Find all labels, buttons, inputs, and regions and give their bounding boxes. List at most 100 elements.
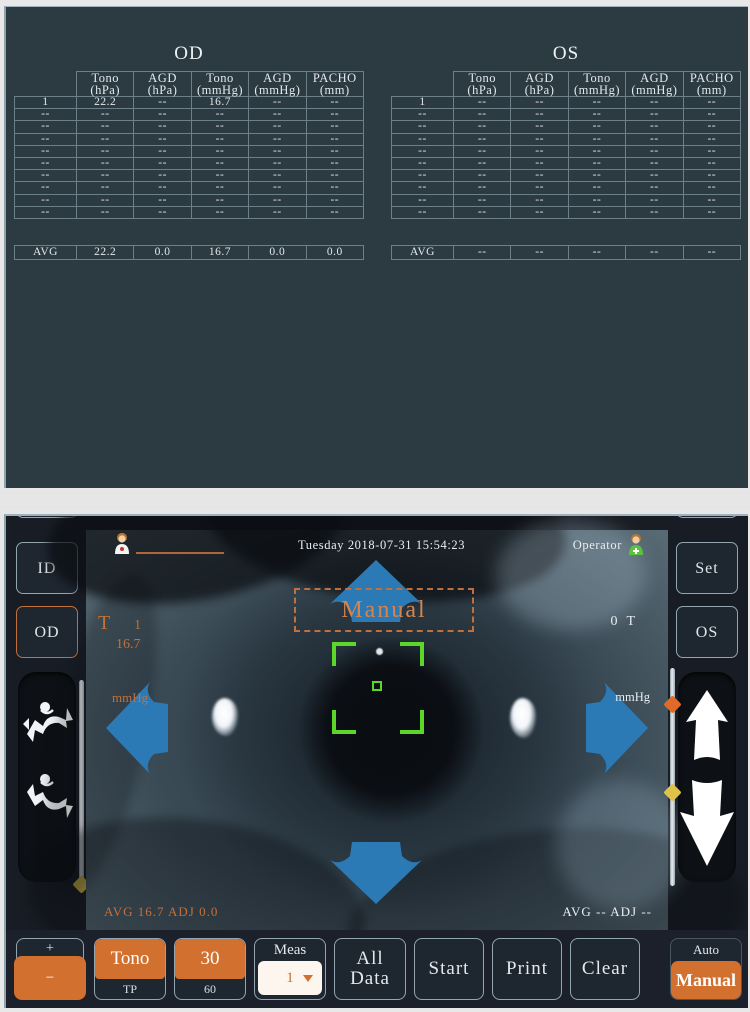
measurement-cell: -- <box>682 169 742 183</box>
os-results-block: OS Tono(hPa) AGD(hPa) Tono(mmHg) AGD <box>391 7 742 260</box>
measurement-cell: -- <box>452 181 512 195</box>
od-readout-unit: mmHg <box>112 690 149 705</box>
row-index-cell: -- <box>391 144 454 158</box>
manual-mode-option[interactable]: Manual <box>671 961 741 999</box>
table-row[interactable]: -- -- -- -- -- -- <box>14 193 365 207</box>
od-average-table: AVG 22.2 0.0 16.7 0.0 0.0 <box>14 244 365 260</box>
clear-button[interactable]: Clear <box>570 938 640 1000</box>
row-index-cell: -- <box>391 108 454 122</box>
table-row[interactable]: 1 -- -- -- -- -- <box>391 95 742 110</box>
table-row[interactable]: -- -- -- -- -- -- <box>14 156 365 171</box>
measurement-cell: -- <box>305 193 365 207</box>
table-row[interactable]: -- -- -- -- -- -- <box>391 132 742 146</box>
eye-camera-view[interactable]: Tuesday 2018-07-31 15:54:23 Operator Man… <box>15 516 748 1008</box>
measurement-cell: -- <box>305 169 365 183</box>
os-readout-prefix: T <box>626 614 644 629</box>
measurement-results-panel: OD Tono(hPa) AGD(hPa) Tono(mmHg) AGD <box>4 6 748 488</box>
measurement-cell: -- <box>567 181 627 195</box>
meas-count-dropdown[interactable]: 1 <box>258 961 322 995</box>
average-value-cell: 0.0 <box>248 244 307 260</box>
measurement-cell: -- <box>248 120 307 134</box>
operator-avatar-icon[interactable] <box>626 533 646 555</box>
table-row[interactable]: -- -- -- -- -- -- <box>14 120 365 134</box>
measurement-cell: -- <box>510 132 569 146</box>
tono-mode-button[interactable]: Tono TP <box>94 938 166 1000</box>
table-row[interactable]: 1 22.2 -- 16.7 -- -- <box>14 95 365 110</box>
row-index-cell: -- <box>14 132 77 146</box>
measurement-cell: -- <box>567 156 627 171</box>
average-value-cell: 0.0 <box>305 244 365 260</box>
headrest-jog-control[interactable] <box>678 672 736 882</box>
table-row[interactable]: -- -- -- -- -- -- <box>14 132 365 146</box>
measurement-cell: -- <box>625 95 684 110</box>
measurement-cell: -- <box>625 181 684 195</box>
safety-stop-button[interactable]: Safety Stop <box>676 516 738 518</box>
table-row[interactable]: -- -- -- -- -- -- <box>14 108 365 122</box>
od-header-col-0: Tono (hPa) <box>75 71 135 97</box>
table-row[interactable]: -- -- -- -- -- -- <box>391 144 742 158</box>
bottom-toolbar: + − Tono TP 30 60 Meas 1 All Data Start … <box>6 930 748 1008</box>
measurement-cell: -- <box>625 120 684 134</box>
measurement-cell: -- <box>75 205 135 219</box>
measurement-cell: -- <box>305 205 365 219</box>
measurement-cell: -- <box>305 120 365 134</box>
table-row[interactable]: -- -- -- -- -- -- <box>14 169 365 183</box>
measurement-cell: -- <box>133 132 192 146</box>
od-header-col-3: AGD (mmHg) <box>248 71 307 97</box>
right-vertical-slider[interactable] <box>663 668 682 886</box>
table-row[interactable]: -- -- -- -- -- -- <box>391 120 742 134</box>
print-button[interactable]: Print <box>492 938 562 1000</box>
measurement-cell: -- <box>75 132 135 146</box>
all-data-button[interactable]: All Data <box>334 938 406 1000</box>
pressure-setting-button[interactable]: 30 60 <box>174 938 246 1000</box>
alignment-target-dot <box>376 648 383 655</box>
table-row[interactable]: -- -- -- -- -- -- <box>391 193 742 207</box>
measurement-cell: -- <box>625 193 684 207</box>
table-row[interactable]: -- -- -- -- -- -- <box>391 169 742 183</box>
row-index-cell: -- <box>391 193 454 207</box>
start-button[interactable]: Start <box>414 938 484 1000</box>
measurement-cell: -- <box>567 205 627 219</box>
measurement-cell: -- <box>248 181 307 195</box>
measurement-cell: -- <box>190 132 250 146</box>
auto-manual-toggle[interactable]: Auto Manual <box>670 938 742 1000</box>
arrow-up-icon <box>686 690 728 760</box>
device-control-panel: ID OD Close Pack <box>4 514 748 1008</box>
meas-label: Meas <box>273 942 307 958</box>
measurement-cell: -- <box>248 205 307 219</box>
auto-mode-option[interactable]: Auto <box>671 939 741 961</box>
measurement-cell: -- <box>567 144 627 158</box>
measurement-cell: -- <box>452 132 512 146</box>
os-select-button[interactable]: OS <box>676 606 738 658</box>
set-button[interactable]: Set <box>676 542 738 594</box>
table-row[interactable]: -- -- -- -- -- -- <box>14 181 365 195</box>
measurement-cell: -- <box>190 205 250 219</box>
measurement-count-group[interactable]: Meas 1 <box>254 938 326 1000</box>
table-row[interactable]: -- -- -- -- -- -- <box>391 205 742 219</box>
table-row[interactable]: -- -- -- -- -- -- <box>391 156 742 171</box>
table-row[interactable]: -- -- -- -- -- -- <box>391 181 742 195</box>
measurement-cell: -- <box>682 108 742 122</box>
measurement-cell: -- <box>452 205 512 219</box>
measurement-cell: -- <box>452 193 512 207</box>
measurement-cell: 22.2 <box>75 95 135 110</box>
measurement-cell: -- <box>133 169 192 183</box>
os-header-col-1: AGD (hPa) <box>510 71 569 97</box>
measurement-cell: -- <box>682 120 742 134</box>
measurement-cell: -- <box>510 144 569 158</box>
table-row[interactable]: -- -- -- -- -- -- <box>14 144 365 158</box>
table-row[interactable]: -- -- -- -- -- -- <box>391 108 742 122</box>
stepper-decrease-button[interactable]: − <box>14 956 86 1000</box>
measurement-cell: -- <box>133 95 192 110</box>
value-stepper[interactable]: + − <box>14 938 86 1000</box>
average-value-cell: -- <box>682 244 742 260</box>
measurement-cell: -- <box>510 156 569 171</box>
od-select-button[interactable]: OD <box>16 606 78 658</box>
od-header-col-4: PACHO (mm) <box>305 71 365 97</box>
average-value-cell: 22.2 <box>75 244 135 260</box>
row-index-cell: -- <box>391 120 454 134</box>
average-value-cell: 0.0 <box>133 244 192 260</box>
row-index-cell: -- <box>391 205 454 219</box>
table-row[interactable]: -- -- -- -- -- -- <box>14 205 365 219</box>
measurement-cell: -- <box>190 108 250 122</box>
